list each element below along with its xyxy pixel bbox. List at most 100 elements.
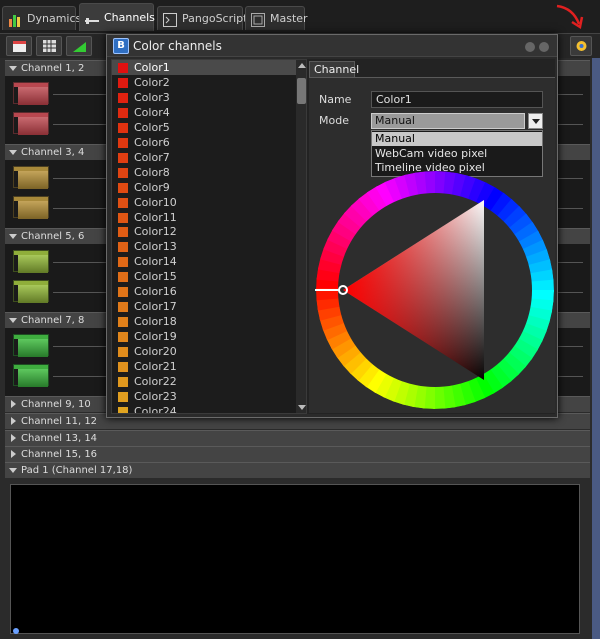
color-list-item[interactable]: Color2 (112, 75, 296, 90)
color-list-item[interactable]: Color16 (112, 284, 296, 299)
color-name: Color18 (134, 315, 177, 329)
color-list-item[interactable]: Color19 (112, 329, 296, 344)
color-name: Color19 (134, 330, 177, 344)
mode-option[interactable]: Manual (372, 132, 542, 146)
color-list-item[interactable]: Color7 (112, 150, 296, 165)
name-field[interactable]: Color1 (371, 91, 543, 108)
color-list-item[interactable]: Color23 (112, 389, 296, 404)
color-swatch (118, 347, 128, 358)
channel-group-header[interactable]: Channel 13, 14 (5, 430, 590, 446)
channel-slider[interactable] (13, 82, 49, 105)
scroll-thumb[interactable] (297, 78, 306, 104)
color-name: Color16 (134, 285, 177, 299)
color-name: Color9 (134, 180, 170, 194)
color-swatch (118, 406, 128, 413)
scroll-up-icon[interactable] (298, 63, 306, 68)
color-list-item[interactable]: Color1 (112, 60, 296, 75)
channel-group-label: Channel 11, 12 (21, 416, 98, 427)
close-icon[interactable] (539, 42, 549, 52)
color-wheel[interactable] (315, 170, 555, 410)
color-name: Color3 (134, 90, 170, 104)
color-swatch (118, 182, 128, 193)
color-list-item[interactable]: Color24 (112, 404, 296, 414)
color-swatch (118, 227, 128, 238)
color-name: Color17 (134, 300, 177, 314)
tab-label: PangoScript (182, 12, 248, 25)
color-list-item[interactable]: Color18 (112, 314, 296, 329)
color-name: Color21 (134, 360, 177, 373)
channel-group-label: Channel 13, 14 (21, 433, 98, 444)
channel-group-header[interactable]: Channel 15, 16 (5, 446, 590, 462)
chevron-down-icon (532, 119, 540, 124)
channel-slider[interactable] (13, 250, 49, 273)
table-button[interactable] (36, 36, 62, 56)
collapse-arrow-icon (9, 318, 17, 323)
color-list-item[interactable]: Color6 (112, 135, 296, 150)
tab-channel[interactable]: Channel (309, 61, 359, 78)
xy-pad[interactable] (10, 484, 580, 634)
color-list-item[interactable]: Color9 (112, 180, 296, 195)
color-name: Color24 (134, 404, 177, 414)
color-list-item[interactable]: Color13 (112, 239, 296, 254)
color-channels-dialog: B Color channels Color1 Color2 Color3 Color… (106, 34, 558, 418)
expand-arrow-icon (11, 417, 16, 425)
red-arrow-annotation (556, 4, 584, 30)
channel-slider[interactable] (13, 166, 49, 189)
dialog-titlebar[interactable]: B Color channels (107, 35, 557, 57)
channel-group-label: Channel 3, 4 (21, 147, 85, 158)
ramp-button[interactable] (66, 36, 92, 56)
color-list-item[interactable]: Color5 (112, 120, 296, 135)
color-list-item[interactable]: Color20 (112, 344, 296, 359)
settings-button[interactable] (570, 36, 592, 56)
color-swatch (118, 197, 128, 208)
pad-header[interactable]: Pad 1 (Channel 17,18) (5, 462, 590, 478)
mode-select[interactable]: Manual (371, 113, 525, 129)
channel-slider[interactable] (13, 280, 49, 303)
tab-pangoscript[interactable]: PangoScript (157, 6, 247, 30)
color-list-item[interactable]: Color21 (112, 359, 296, 374)
color-swatch (118, 272, 128, 283)
color-name: Color20 (134, 345, 177, 359)
tab-channels[interactable]: Channels (79, 3, 155, 31)
color-list-item[interactable]: Color8 (112, 165, 296, 180)
color-list-item[interactable]: Color15 (112, 269, 296, 284)
color-list-item[interactable]: Color17 (112, 299, 296, 314)
minimize-icon[interactable] (525, 42, 535, 52)
channel-slider[interactable] (13, 334, 49, 357)
bar-chart-icon (8, 12, 22, 27)
pad-cursor[interactable] (13, 628, 19, 634)
name-label: Name (319, 93, 352, 106)
calendar-button[interactable] (6, 36, 32, 56)
mode-option[interactable]: WebCam video pixel (372, 147, 542, 161)
color-name: Color23 (134, 389, 177, 403)
color-list-item[interactable]: Color4 (112, 105, 296, 120)
mode-dropdown-button[interactable] (528, 113, 543, 129)
vertical-scroll-strip[interactable] (592, 58, 600, 639)
tab-label: Channels (104, 11, 155, 24)
collapse-arrow-icon (9, 66, 17, 71)
calendar-icon (13, 40, 26, 52)
color-list-item[interactable]: Color14 (112, 254, 296, 269)
color-swatch (118, 152, 128, 163)
expand-arrow-icon (11, 400, 16, 408)
tab-dynamics[interactable]: Dynamics (2, 6, 81, 30)
color-swatch (118, 122, 128, 133)
color-channels-icon: B (113, 38, 129, 54)
collapse-arrow-icon (9, 234, 17, 239)
color-name: Color8 (134, 165, 170, 179)
color-list-item[interactable]: Color22 (112, 374, 296, 389)
color-list-item[interactable]: Color11 (112, 210, 296, 225)
channel-slider[interactable] (13, 196, 49, 219)
color-list-scrollbar[interactable] (296, 60, 306, 413)
scroll-down-icon[interactable] (298, 405, 306, 410)
channel-slider[interactable] (13, 364, 49, 387)
tab-label: Dynamics (27, 12, 82, 25)
color-list-item[interactable]: Color10 (112, 195, 296, 210)
channel-panel: Name Color1 Mode Manual Manual WebCam vi… (309, 77, 555, 413)
tab-master[interactable]: Master (245, 6, 308, 30)
color-list-item[interactable]: Color3 (112, 90, 296, 105)
channel-group-label: Channel 5, 6 (21, 231, 85, 242)
color-swatch (118, 302, 128, 313)
channel-slider[interactable] (13, 112, 49, 135)
color-list-item[interactable]: Color12 (112, 224, 296, 239)
